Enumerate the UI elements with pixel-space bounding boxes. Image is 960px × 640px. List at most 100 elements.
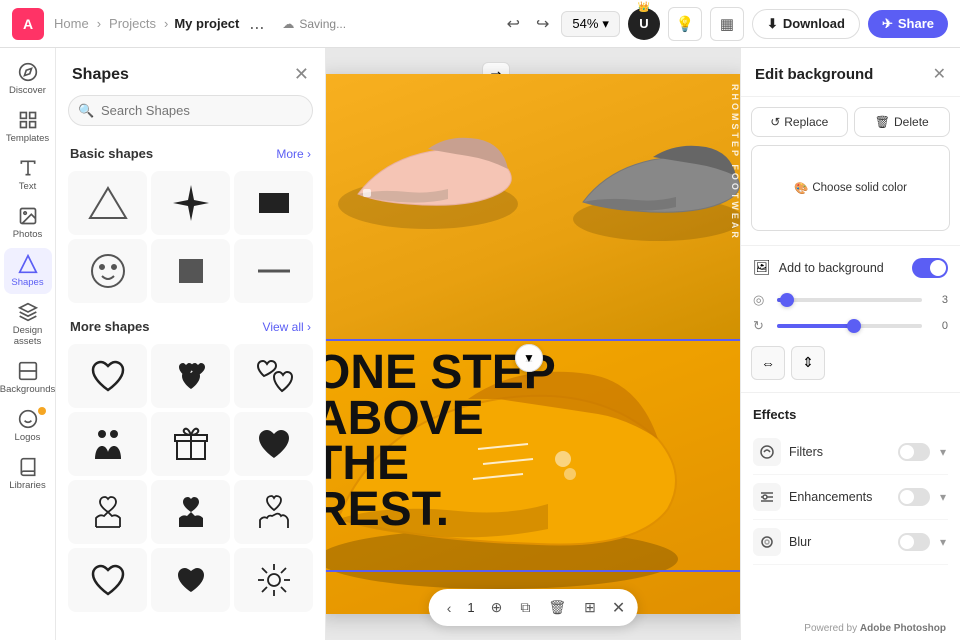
avatar-initial: U <box>639 16 648 31</box>
canvas-nav-down-button[interactable]: ▼ <box>515 344 543 372</box>
shape-heart-solid2[interactable] <box>151 548 230 612</box>
filters-expand-button[interactable]: ▾ <box>938 445 948 459</box>
sidebar-item-templates[interactable]: Templates <box>4 104 52 150</box>
app-logo[interactable]: A <box>12 8 44 40</box>
blur-icon <box>753 528 781 556</box>
opacity-thumb[interactable] <box>780 293 794 307</box>
logos-label: Logos <box>15 432 41 443</box>
rotate-slider[interactable] <box>777 324 922 328</box>
shape-heart-hands[interactable] <box>68 480 147 544</box>
sidebar-item-backgrounds[interactable]: Backgrounds <box>4 355 52 401</box>
shape-triangle[interactable] <box>68 171 147 235</box>
rotate-fill <box>777 324 850 328</box>
download-label: Download <box>783 16 845 31</box>
share-icon: ✈ <box>882 16 893 32</box>
edit-background-panel: Edit background ✕ ↺ Replace 🗑 Delete 🎨 C… <box>740 48 960 640</box>
templates-label: Templates <box>6 133 49 144</box>
search-input[interactable] <box>68 95 313 126</box>
effects-section: Effects Filters ▾ Enhancements <box>741 397 960 571</box>
replace-icon: ↺ <box>770 115 780 129</box>
canvas-area: ⇄ 🗑 <box>326 48 740 640</box>
replace-button[interactable]: ↺ Replace <box>751 107 848 137</box>
powered-by-brand: Adobe Photoshop <box>860 623 946 634</box>
canvas-trash-button[interactable]: 🗑 <box>542 595 572 620</box>
shape-sparkle[interactable] <box>234 548 313 612</box>
shape-rectangle[interactable] <box>234 171 313 235</box>
undo-button[interactable]: ↩ <box>503 10 524 38</box>
project-name[interactable]: My project <box>174 16 239 31</box>
canvas-prev-button[interactable]: ‹ <box>441 596 458 620</box>
edit-background-title: Edit background <box>755 66 873 83</box>
saving-icon: ☁ <box>282 17 294 31</box>
avatar[interactable]: 👑 U <box>628 8 660 40</box>
shape-square[interactable] <box>151 239 230 303</box>
enhancements-icon <box>753 483 781 511</box>
shape-heart-hand2[interactable] <box>151 480 230 544</box>
flip-h-button[interactable]: ⇔ <box>751 346 785 380</box>
edit-background-header: Edit background ✕ <box>741 48 960 97</box>
shape-heart-outline[interactable] <box>68 344 147 408</box>
basic-shapes-more-button[interactable]: More › <box>276 147 311 161</box>
sidebar-item-discover[interactable]: Discover <box>4 56 52 102</box>
shape-heart-solid[interactable] <box>234 412 313 476</box>
delete-button[interactable]: 🗑 Delete <box>854 107 951 137</box>
sidebar-item-libraries[interactable]: Libraries <box>4 451 52 497</box>
shape-star4[interactable] <box>151 171 230 235</box>
opacity-slider[interactable] <box>777 298 922 302</box>
toggle-thumb <box>930 260 946 276</box>
share-button[interactable]: ✈ Share <box>868 10 948 38</box>
sidebar-item-text[interactable]: Text <box>4 152 52 198</box>
choose-solid-color-button[interactable]: 🎨 Choose solid color <box>751 145 950 231</box>
blur-toggle[interactable] <box>898 533 930 551</box>
shape-people[interactable] <box>68 412 147 476</box>
sidebar-item-shapes[interactable]: Shapes <box>4 248 52 294</box>
sidebar-item-design-assets[interactable]: Design assets <box>4 296 52 353</box>
backgrounds-label: Backgrounds <box>0 384 55 395</box>
home-link[interactable]: Home <box>54 16 89 31</box>
enhancements-label: Enhancements <box>789 490 890 504</box>
flip-v-button[interactable]: ⇕ <box>791 346 825 380</box>
rotate-thumb[interactable] <box>847 319 861 333</box>
close-shapes-panel-button[interactable]: ✕ <box>294 64 309 85</box>
enhancements-toggle-thumb <box>900 490 914 504</box>
add-to-bg-icon: 🖼 <box>753 259 771 276</box>
shapes-panel-header: Shapes ✕ <box>56 48 325 95</box>
share-label: Share <box>898 16 934 31</box>
sidebar-item-photos[interactable]: Photos <box>4 200 52 246</box>
shapes-panel: Shapes ✕ 🔍 Basic shapes More › <box>56 48 326 640</box>
zoom-control[interactable]: 54% ▾ <box>561 11 620 37</box>
filters-toggle[interactable] <box>898 443 930 461</box>
bulb-button[interactable]: 💡 <box>668 7 702 41</box>
shape-gift[interactable] <box>151 412 230 476</box>
projects-link[interactable]: Projects <box>109 16 156 31</box>
grid-button[interactable]: ▦ <box>710 7 744 41</box>
redo-button[interactable]: ↪ <box>532 10 553 38</box>
download-button[interactable]: ⬇ Download <box>752 9 860 39</box>
close-edit-background-button[interactable]: ✕ <box>933 64 946 84</box>
shape-smiley[interactable] <box>68 239 147 303</box>
canvas-duplicate-button[interactable]: ⧉ <box>514 595 536 620</box>
topbar: A Home › Projects › My project ... ☁ Sav… <box>0 0 960 48</box>
shape-two-hearts[interactable] <box>234 344 313 408</box>
search-icon: 🔍 <box>78 103 94 119</box>
shape-line[interactable] <box>234 239 313 303</box>
blur-row: Blur ▾ <box>753 520 948 565</box>
blur-expand-button[interactable]: ▾ <box>938 535 948 549</box>
powered-by: Powered by Adobe Photoshop <box>804 623 946 634</box>
canvas-page-number: 1 <box>463 600 478 615</box>
canvas-add-button[interactable]: ⊕ <box>485 595 509 620</box>
view-all-button[interactable]: View all › <box>263 320 311 334</box>
canvas-grid-button[interactable]: ⊞ <box>578 595 602 620</box>
shape-heart-give[interactable] <box>234 480 313 544</box>
more-options-button[interactable]: ... <box>243 9 270 38</box>
add-to-background-row: 🖼 Add to background <box>741 250 960 286</box>
canvas-toolbar-close-button[interactable]: ✕ <box>612 598 625 618</box>
add-to-background-toggle[interactable] <box>912 258 948 278</box>
shape-hearts-small[interactable] <box>151 344 230 408</box>
enhancements-toggle[interactable] <box>898 488 930 506</box>
enhancements-expand-button[interactable]: ▾ <box>938 490 948 504</box>
shape-heart-small1[interactable] <box>68 548 147 612</box>
sidebar-icons: Discover Templates Text Photos Shapes De… <box>0 48 56 640</box>
choose-solid-color-label: Choose solid color <box>812 182 907 194</box>
sidebar-item-logos[interactable]: Logos <box>4 403 52 449</box>
